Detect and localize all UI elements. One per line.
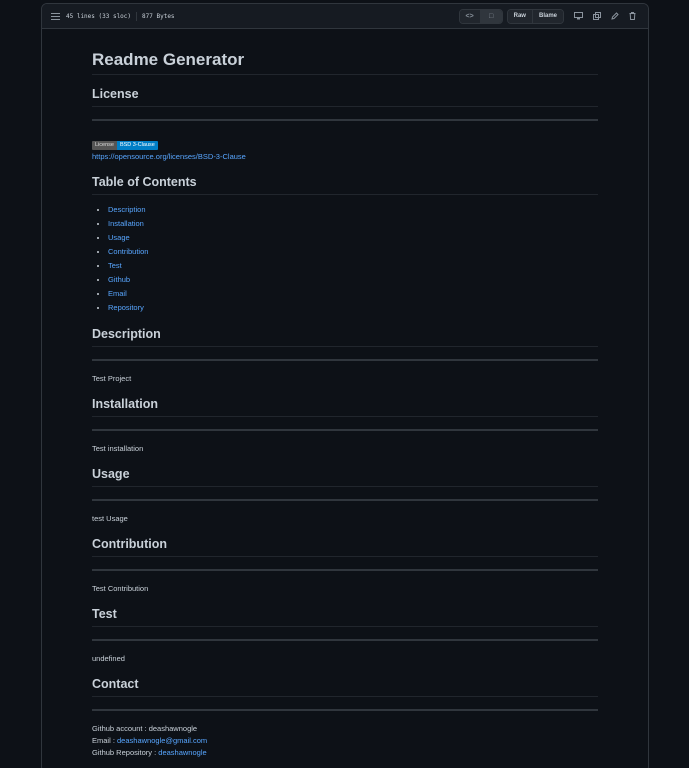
list-item: Email (108, 287, 598, 301)
list-item: Test (108, 259, 598, 273)
repo-line: Github Repository : deashawnogle (92, 747, 598, 759)
divider (92, 119, 598, 121)
email-link[interactable]: deashawnogle@gmail.com (117, 736, 207, 745)
list-item: Installation (108, 217, 598, 231)
toc-link-contribution[interactable]: Contribution (108, 247, 148, 256)
license-heading: License (92, 87, 598, 107)
view-toggle: <> □ (458, 8, 503, 24)
description-heading: Description (92, 327, 598, 347)
copy-icon[interactable] (589, 9, 604, 24)
contribution-heading: Contribution (92, 537, 598, 557)
list-item: Usage (108, 231, 598, 245)
usage-text: test Usage (92, 514, 128, 523)
toc-link-test[interactable]: Test (108, 261, 122, 270)
toc-link-installation[interactable]: Installation (108, 219, 144, 228)
toc-link-usage[interactable]: Usage (108, 233, 130, 242)
toc-link-github[interactable]: Github (108, 275, 130, 284)
code-icon[interactable]: <> (459, 9, 481, 23)
desktop-icon[interactable] (571, 9, 586, 24)
contribution-text: Test Contribution (92, 584, 149, 593)
toc-link-repository[interactable]: Repository (108, 303, 144, 312)
license-link[interactable]: https://opensource.org/licenses/BSD-3-Cl… (92, 152, 246, 161)
trash-icon[interactable] (625, 9, 640, 24)
raw-button[interactable]: Raw (507, 9, 533, 23)
usage-heading: Usage (92, 467, 598, 487)
description-text: Test Project (92, 374, 132, 383)
line-count: 45 lines (33 sloc) (66, 12, 132, 20)
github-account-text: Github account : deashawnogle (92, 724, 198, 733)
divider (92, 359, 598, 361)
readme-content: Readme Generator License License BSD 3-C… (92, 40, 598, 759)
test-text: undefined (92, 654, 125, 663)
divider (92, 569, 598, 571)
file-viewer: 45 lines (33 sloc) 877 Bytes <> □ Raw Bl… (41, 3, 649, 768)
badge-label: License (92, 141, 117, 150)
divider (92, 499, 598, 501)
divider (92, 639, 598, 641)
page-title: Readme Generator (92, 50, 598, 75)
license-badge[interactable]: License BSD 3-Clause (92, 141, 158, 150)
repo-link[interactable]: deashawnogle (158, 748, 206, 757)
toc-link-description[interactable]: Description (108, 205, 146, 214)
raw-blame-group: Raw Blame (506, 8, 564, 24)
list-item: Description (108, 203, 598, 217)
email-label: Email : (92, 736, 118, 745)
repo-label: Github Repository : (92, 748, 159, 757)
file-meta: 45 lines (33 sloc) 877 Bytes (50, 11, 175, 21)
toc-link-email[interactable]: Email (108, 289, 127, 298)
divider (92, 709, 598, 711)
file-toolbar: 45 lines (33 sloc) 877 Bytes <> □ Raw Bl… (42, 4, 648, 29)
pencil-icon[interactable] (607, 9, 622, 24)
installation-text: Test installation (92, 444, 144, 453)
toc-list: Description Installation Usage Contribut… (92, 203, 598, 315)
list-item: Github (108, 273, 598, 287)
badge-value: BSD 3-Clause (116, 141, 158, 150)
blame-button[interactable]: Blame (532, 9, 563, 23)
toc-heading: Table of Contents (92, 175, 598, 195)
file-icon[interactable]: □ (480, 9, 502, 23)
file-size: 877 Bytes (142, 12, 175, 20)
divider (92, 429, 598, 431)
divider (136, 11, 138, 21)
test-heading: Test (92, 607, 598, 627)
contact-heading: Contact (92, 677, 598, 697)
list-item: Contribution (108, 245, 598, 259)
outline-icon[interactable] (51, 12, 60, 20)
email-line: Email : deashawnogle@gmail.com (92, 735, 598, 747)
installation-heading: Installation (92, 397, 598, 417)
list-item: Repository (108, 301, 598, 315)
